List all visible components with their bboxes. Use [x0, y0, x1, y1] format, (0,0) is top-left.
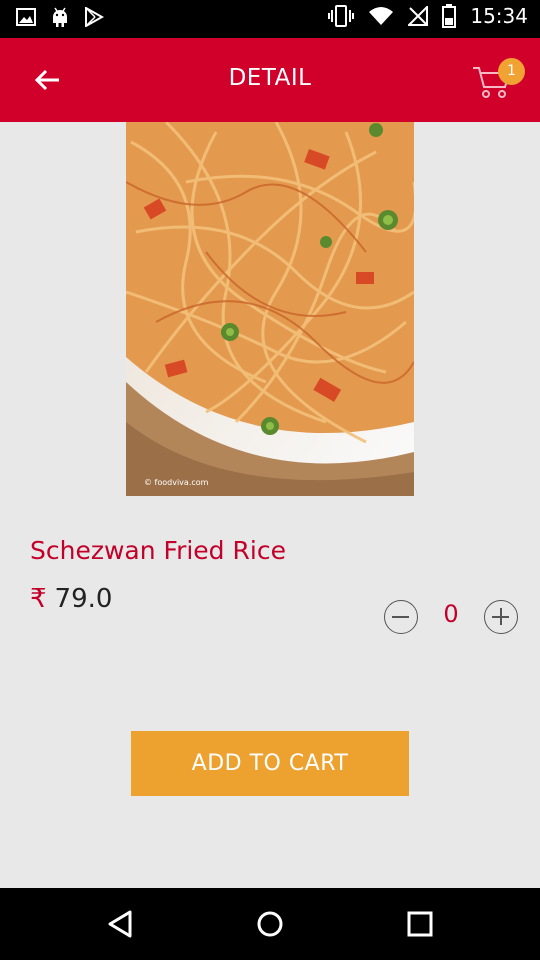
image-watermark: © foodviva.com	[144, 478, 209, 487]
nav-recent-apps-icon[interactable]	[402, 906, 438, 942]
no-signal-icon	[408, 6, 429, 26]
android-icon	[50, 6, 70, 28]
price-value: 79.0	[54, 584, 113, 614]
add-to-cart-button[interactable]: ADD TO CART	[131, 731, 409, 796]
status-bar: 15:34	[0, 0, 540, 38]
system-nav-bar	[0, 888, 540, 960]
page-title: DETAIL	[228, 65, 312, 91]
quantity-decrease-button[interactable]	[384, 600, 418, 634]
quantity-value: 0	[443, 600, 459, 628]
app-bar: DETAIL 1	[0, 38, 540, 122]
battery-icon	[442, 4, 457, 28]
status-time: 15:34	[470, 4, 528, 28]
nav-back-icon[interactable]	[102, 906, 138, 942]
wifi-icon	[368, 6, 394, 26]
cart-count-badge: 1	[498, 58, 525, 85]
product-name: Schezwan Fried Rice	[30, 536, 286, 565]
nav-home-icon[interactable]	[252, 906, 288, 942]
image-icon	[16, 8, 36, 26]
quantity-increase-button[interactable]	[484, 600, 518, 634]
play-store-icon	[84, 7, 104, 27]
product-image: © foodviva.com	[126, 122, 414, 496]
vibrate-icon	[328, 5, 355, 27]
product-price: ₹79.0	[30, 584, 112, 614]
rupee-icon: ₹	[30, 584, 47, 614]
